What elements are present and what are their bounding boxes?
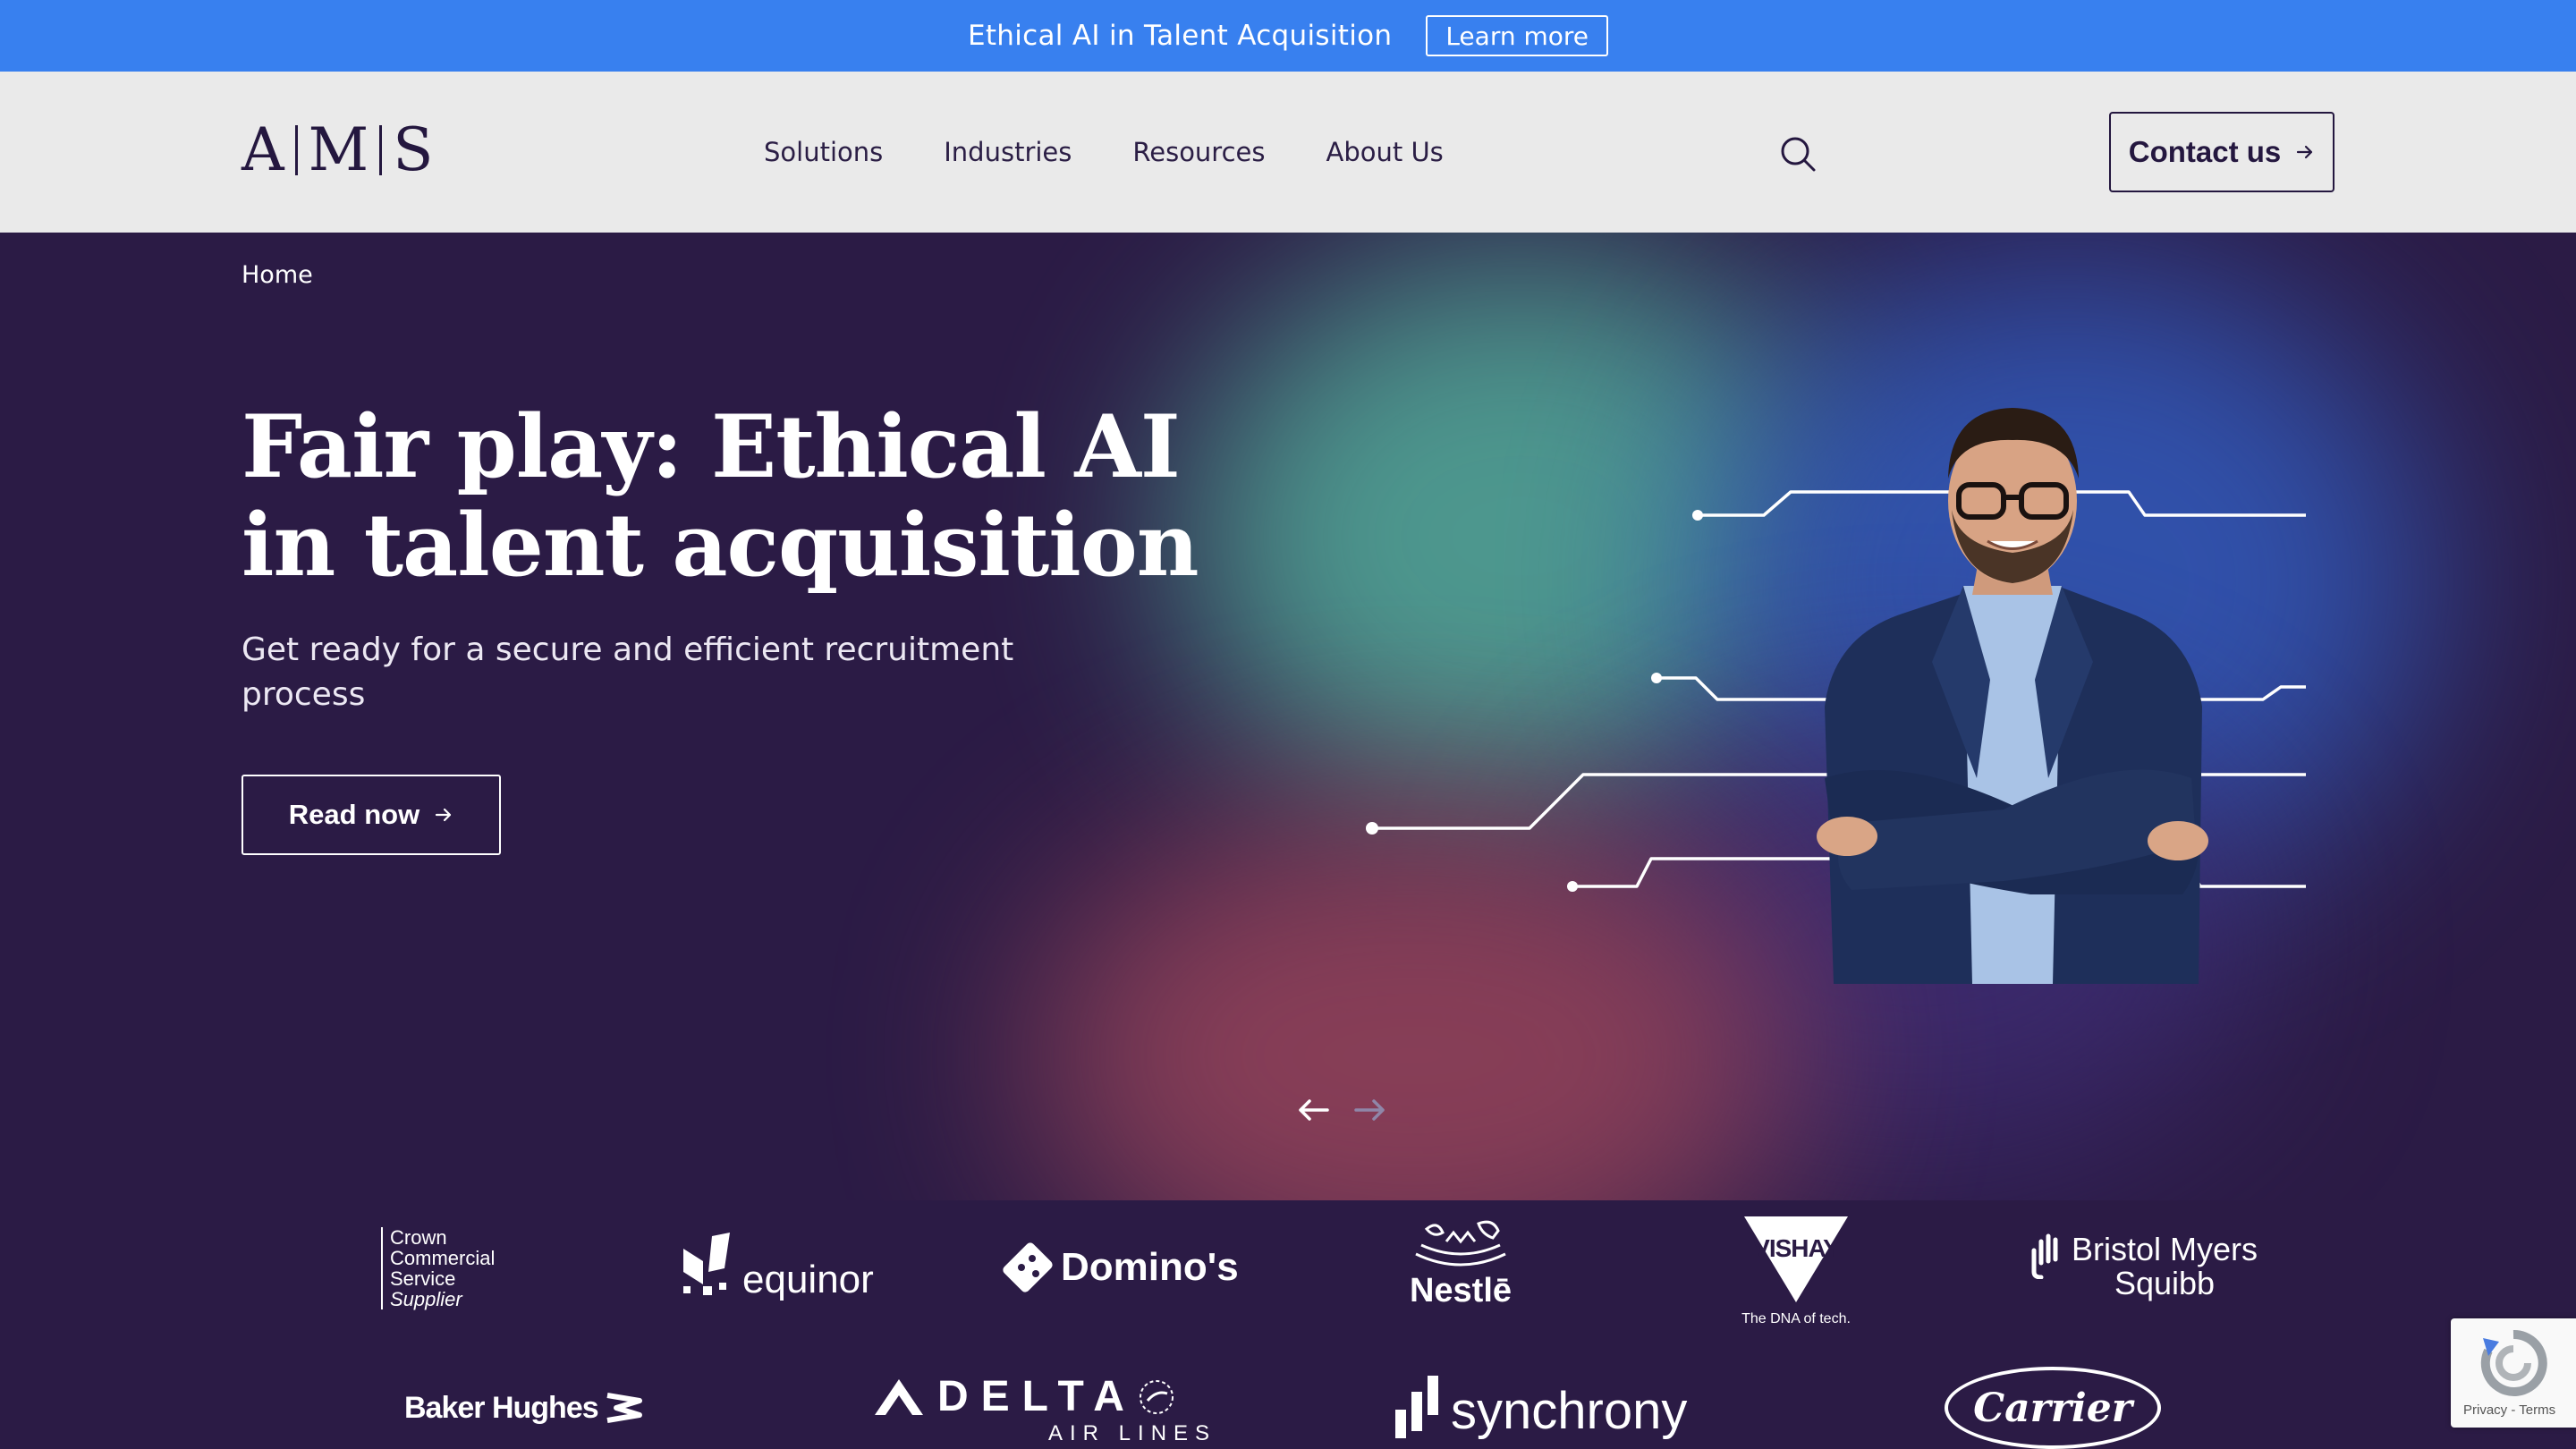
logo-letter-m: M (308, 115, 369, 184)
crown-line: Crown (390, 1226, 447, 1249)
vishay-logo: VISHAY The DNA of tech. (1733, 1215, 1859, 1327)
crown-line: Supplier (390, 1288, 462, 1310)
nav-resources[interactable]: Resources (1132, 137, 1265, 167)
announcement-text: Ethical AI in Talent Acquisition (967, 20, 1393, 52)
equinor-mark-icon (683, 1233, 730, 1295)
carrier-wordmark: Carrier (1973, 1385, 2132, 1431)
carrier-logo: Carrier (1945, 1367, 2161, 1449)
crown-line: Commercial (390, 1247, 496, 1269)
recaptcha-privacy-terms[interactable]: Privacy - Terms (2463, 1402, 2555, 1418)
logo-letter-a: A (242, 115, 284, 184)
synchrony-bars-icon (1395, 1376, 1438, 1438)
delta-globe-icon (1139, 1379, 1174, 1414)
logo-letter-s: S (393, 115, 434, 184)
ams-logo[interactable]: A M S (242, 115, 434, 184)
carousel-prev-icon[interactable] (1295, 1097, 1331, 1123)
nav-about-us[interactable]: About Us (1326, 137, 1444, 167)
vishay-tagline: The DNA of tech. (1741, 1311, 1851, 1326)
delta-subtitle: AIR LINES (1048, 1421, 1217, 1445)
bms-logo: Bristol Myers Squibb (2029, 1233, 2258, 1301)
delta-wordmark: DELTA (937, 1373, 1137, 1420)
bms-hand-icon (2031, 1233, 2058, 1279)
hero-section: Home Fair play: Ethical AI in talent acq… (0, 233, 2576, 1200)
contact-us-button[interactable]: Contact us (2109, 112, 2334, 192)
contact-us-label: Contact us (2128, 135, 2282, 168)
crown-commercial-logo: Crown Commercial Service Supplier (381, 1227, 495, 1309)
nav-industries[interactable]: Industries (944, 137, 1072, 167)
baker-hughes-logo: Baker Hughes (404, 1388, 643, 1428)
bms-line-1: Bristol Myers (2072, 1231, 2258, 1267)
nestle-wordmark: Nestlē (1409, 1272, 1513, 1309)
announcement-bar: Ethical AI in Talent Acquisition Learn m… (0, 0, 2576, 72)
domino-tile-icon (1003, 1242, 1053, 1292)
equinor-logo: equinor (680, 1233, 874, 1304)
baker-hughes-wordmark: Baker Hughes (404, 1390, 599, 1425)
delta-widget-icon (875, 1378, 923, 1415)
synchrony-wordmark: synchrony (1451, 1382, 1688, 1440)
nestle-logo: Nestlē (1402, 1218, 1519, 1308)
search-icon[interactable] (1778, 134, 1818, 174)
hero-person-image (1817, 408, 2208, 984)
client-logos-strip: Crown Commercial Service Supplier equino… (0, 1200, 2576, 1449)
logo-divider (379, 125, 383, 175)
delta-logo: DELTA AIR LINES (873, 1372, 1216, 1446)
dominos-logo: Domino's (1002, 1241, 1239, 1293)
crown-line: Service (390, 1267, 456, 1290)
arrow-right-icon (2297, 145, 2313, 159)
recaptcha-icon (2480, 1329, 2547, 1396)
equinor-wordmark: equinor (742, 1258, 874, 1301)
nestle-nest-icon (1415, 1220, 1506, 1267)
recaptcha-badge[interactable]: Privacy - Terms (2451, 1318, 2576, 1428)
logo-divider (294, 125, 298, 175)
synchrony-logo: synchrony (1394, 1374, 1687, 1438)
dominos-wordmark: Domino's (1061, 1245, 1239, 1289)
nav-solutions[interactable]: Solutions (764, 137, 883, 167)
main-nav: Solutions Industries Resources About Us (764, 72, 1504, 233)
bms-line-2: Squibb (2114, 1265, 2216, 1301)
carousel-next-icon[interactable] (1352, 1097, 1388, 1123)
baker-hughes-mark-icon (606, 1393, 642, 1423)
vishay-wordmark: VISHAY (1753, 1234, 1840, 1262)
learn-more-button[interactable]: Learn more (1426, 15, 1609, 56)
